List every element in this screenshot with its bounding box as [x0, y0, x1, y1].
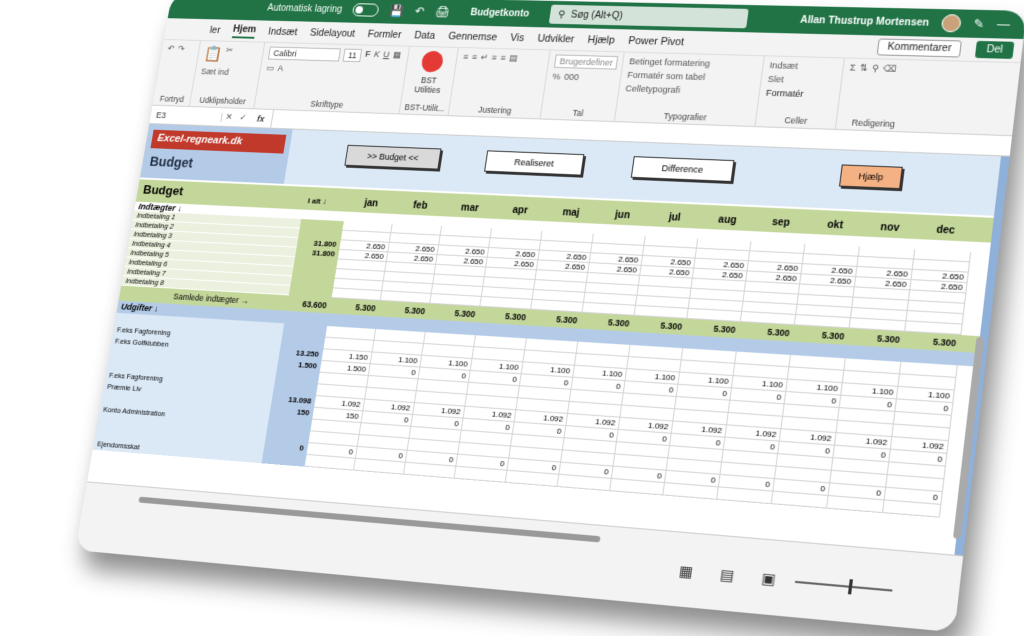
font-group: Calibri 11 F K U ▦ ▭ A Skrifttype [254, 43, 410, 114]
worksheet[interactable]: Excel-regneark.dk Budget >> Budget << Re… [87, 124, 1010, 555]
underline-icon[interactable]: U [382, 50, 390, 63]
undo-icon[interactable]: ↶ [167, 44, 175, 54]
expense-total-cell [261, 451, 306, 466]
bold-icon[interactable]: F [364, 49, 371, 62]
section-title: Budget [142, 182, 184, 198]
tab-hjælp[interactable]: Hjælp [587, 34, 615, 46]
paste-label[interactable]: Sæt ind [200, 67, 229, 77]
border-icon[interactable]: ▦ [392, 50, 402, 63]
editing-group-label: Redigering [836, 117, 911, 130]
tab-power-pivot[interactable]: Power Pivot [628, 35, 685, 48]
paste-icon[interactable]: 📋 [203, 45, 224, 64]
cut-icon[interactable]: ✂ [224, 45, 234, 64]
merge-icon[interactable]: ▤ [509, 53, 519, 64]
page-layout-icon[interactable]: ▤ [719, 566, 735, 585]
font-color-icon[interactable]: A [277, 63, 284, 73]
thousands-icon[interactable]: 000 [564, 72, 580, 82]
conditional-formatting-button[interactable]: Betinget formatering [629, 56, 711, 68]
styles-group: Betinget formatering Formatér som tabel … [615, 52, 765, 126]
expense-cell[interactable] [354, 459, 406, 475]
align-middle-icon[interactable]: ≡ [471, 52, 478, 63]
cell-styles-button[interactable]: Celletypografi [625, 84, 707, 96]
insert-cells-button[interactable]: Indsæt [769, 60, 808, 71]
find-icon[interactable]: ⚲ [871, 63, 879, 74]
format-as-table-button[interactable]: Formatér som tabel [627, 70, 709, 82]
excel-window: Automatisk lagring 💾 ↶ 🖨 Budgetkonto ⚲ S… [75, 0, 1024, 632]
search-icon: ⚲ [557, 9, 566, 20]
delete-cells-button[interactable]: Slet [767, 74, 806, 85]
align-top-icon[interactable]: ≡ [462, 52, 469, 63]
tab-udvikler[interactable]: Udvikler [537, 32, 575, 44]
clear-icon[interactable]: ⌫ [882, 63, 897, 74]
autosum-icon[interactable]: Σ [849, 63, 856, 74]
tab-formler[interactable]: Formler [367, 28, 402, 40]
autosave-toggle[interactable] [352, 3, 380, 17]
minimize-icon[interactable]: — [996, 17, 1011, 31]
redo-icon[interactable]: ↷ [177, 44, 185, 54]
expense-cell[interactable] [454, 467, 507, 483]
tab-indsæt[interactable]: Indsæt [267, 26, 298, 38]
document-name[interactable]: Budgetkonto [470, 7, 530, 19]
user-name[interactable]: Allan Thustrup Mortensen [800, 14, 930, 28]
pen-icon[interactable]: ✎ [973, 17, 985, 31]
search-box[interactable]: ⚲ Søg (Alt+Q) [549, 5, 749, 29]
tab-gennemse[interactable]: Gennemse [447, 30, 497, 43]
total-header: I alt ↓ [307, 196, 327, 205]
month-header-feb: feb [395, 200, 446, 213]
normal-view-icon[interactable]: ▦ [678, 562, 694, 581]
budget-heading: Budget [149, 154, 194, 171]
wrap-text-icon[interactable]: ↵ [480, 52, 489, 63]
tab-ler[interactable]: ler [209, 24, 221, 35]
expense-cell[interactable] [404, 463, 456, 479]
tab-vis[interactable]: Vis [509, 32, 525, 44]
month-header-jan: jan [346, 197, 396, 210]
help-button[interactable]: Hjælp [839, 164, 903, 189]
search-placeholder: Søg (Alt+Q) [570, 9, 623, 21]
tab-sidelayout[interactable]: Sidelayout [309, 27, 356, 39]
comments-button[interactable]: Kommentarer [877, 38, 962, 57]
fill-color-icon[interactable]: ▭ [266, 63, 275, 73]
clipboard-group-label: Udklipsholder [190, 95, 255, 106]
bst-utilities-icon[interactable] [419, 48, 444, 74]
cells-group-label: Celler [756, 114, 837, 127]
tab-data[interactable]: Data [414, 29, 437, 41]
realized-nav-button[interactable]: Realiseret [484, 150, 584, 175]
alignment-group: ≡ ≡ ↵ ≡ ≡ ▤ Justering [449, 48, 551, 119]
screenshot-stage: Automatisk lagring 💾 ↶ 🖨 Budgetkonto ⚲ S… [0, 0, 1024, 636]
alignment-group-label: Justering [449, 104, 541, 117]
align-center-icon[interactable]: ≡ [500, 53, 507, 64]
clipboard-group: 📋 ✂ Sæt ind Udklipsholder [190, 41, 265, 108]
percent-icon[interactable]: % [552, 72, 561, 82]
styles-group-label: Typografier [615, 109, 756, 124]
view-switcher: ▦ ▤ ▣ [678, 562, 777, 588]
undo-group-label: Fortryd [153, 94, 191, 104]
font-name-select[interactable]: Calibri [268, 47, 341, 62]
align-left-icon[interactable]: ≡ [491, 53, 498, 64]
difference-nav-button[interactable]: Difference [631, 156, 735, 182]
autosave-label: Automatisk lagring [267, 3, 343, 15]
tab-hjem[interactable]: Hjem [232, 23, 257, 38]
name-box[interactable]: E3 [150, 110, 223, 122]
bst-utilities-button[interactable]: BST Utilities [408, 75, 448, 95]
zoom-slider[interactable] [795, 581, 893, 592]
undo-icon[interactable]: ↶ [414, 5, 425, 18]
page-break-icon[interactable]: ▣ [760, 569, 776, 588]
budget-nav-button[interactable]: >> Budget << [344, 145, 441, 170]
number-format-select[interactable]: Brugerdefiner [554, 54, 618, 69]
expense-cell[interactable] [305, 455, 356, 471]
format-cells-button[interactable]: Formatér [765, 88, 804, 99]
cells-group: Indsæt Slet Formatér Celler [755, 56, 844, 129]
bst-group-label: BST-Utilit... [400, 102, 449, 113]
function-icon[interactable]: fx [249, 113, 272, 123]
save-icon[interactable]: 💾 [389, 4, 405, 17]
sort-filter-icon[interactable]: ⇅ [859, 63, 868, 74]
print-icon[interactable]: 🖨 [435, 5, 451, 18]
editing-group: Σ ⇅ ⚲ ⌫ Redigering [836, 58, 918, 131]
font-size-select[interactable]: 11 [343, 49, 363, 63]
italic-icon[interactable]: K [373, 49, 381, 62]
number-group-label: Tal [541, 107, 616, 119]
share-button[interactable]: Del [975, 41, 1015, 59]
number-group: Brugerdefiner % 000 Tal [541, 50, 625, 121]
avatar[interactable] [941, 14, 962, 32]
